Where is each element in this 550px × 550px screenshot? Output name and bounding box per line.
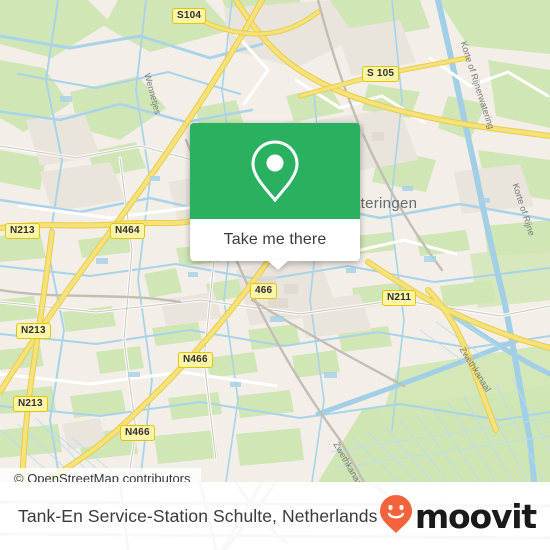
- moovit-wordmark: moovit: [414, 496, 537, 536]
- take-me-there-label: Take me there: [223, 231, 327, 248]
- moovit-logo[interactable]: moovit: [379, 494, 537, 539]
- road-shield: N466: [178, 352, 213, 368]
- screenshot-root: ateringen Wennetjes Korte of Rijnerwater…: [0, 0, 550, 550]
- road-shield: S104: [172, 8, 207, 24]
- location-callout-card[interactable]: Take me there: [190, 123, 360, 270]
- road-shield: N466: [120, 425, 155, 441]
- callout-action-bar[interactable]: Take me there: [190, 219, 360, 270]
- road-shield: N213: [5, 223, 40, 239]
- callout-icon-panel: [190, 123, 360, 219]
- place-title: Tank-En Service-Station Schulte, Netherl…: [18, 505, 378, 526]
- road-shield: N211: [382, 290, 417, 306]
- road-shield: N464: [110, 223, 145, 239]
- moovit-pin-icon: [379, 494, 413, 539]
- road-shield: 466: [250, 283, 278, 299]
- osm-attribution[interactable]: © OpenStreetMap contributors: [0, 468, 201, 482]
- road-shield: N213: [13, 396, 48, 412]
- footer-content: Tank-En Service-Station Schulte, Netherl…: [0, 482, 550, 550]
- callout-pointer: [267, 260, 289, 270]
- map-pin-icon: [249, 138, 301, 204]
- footer-bar: Tank-En Service-Station Schulte, Netherl…: [0, 482, 550, 550]
- road-shield: N213: [16, 323, 51, 339]
- road-shield: S 105: [362, 66, 400, 82]
